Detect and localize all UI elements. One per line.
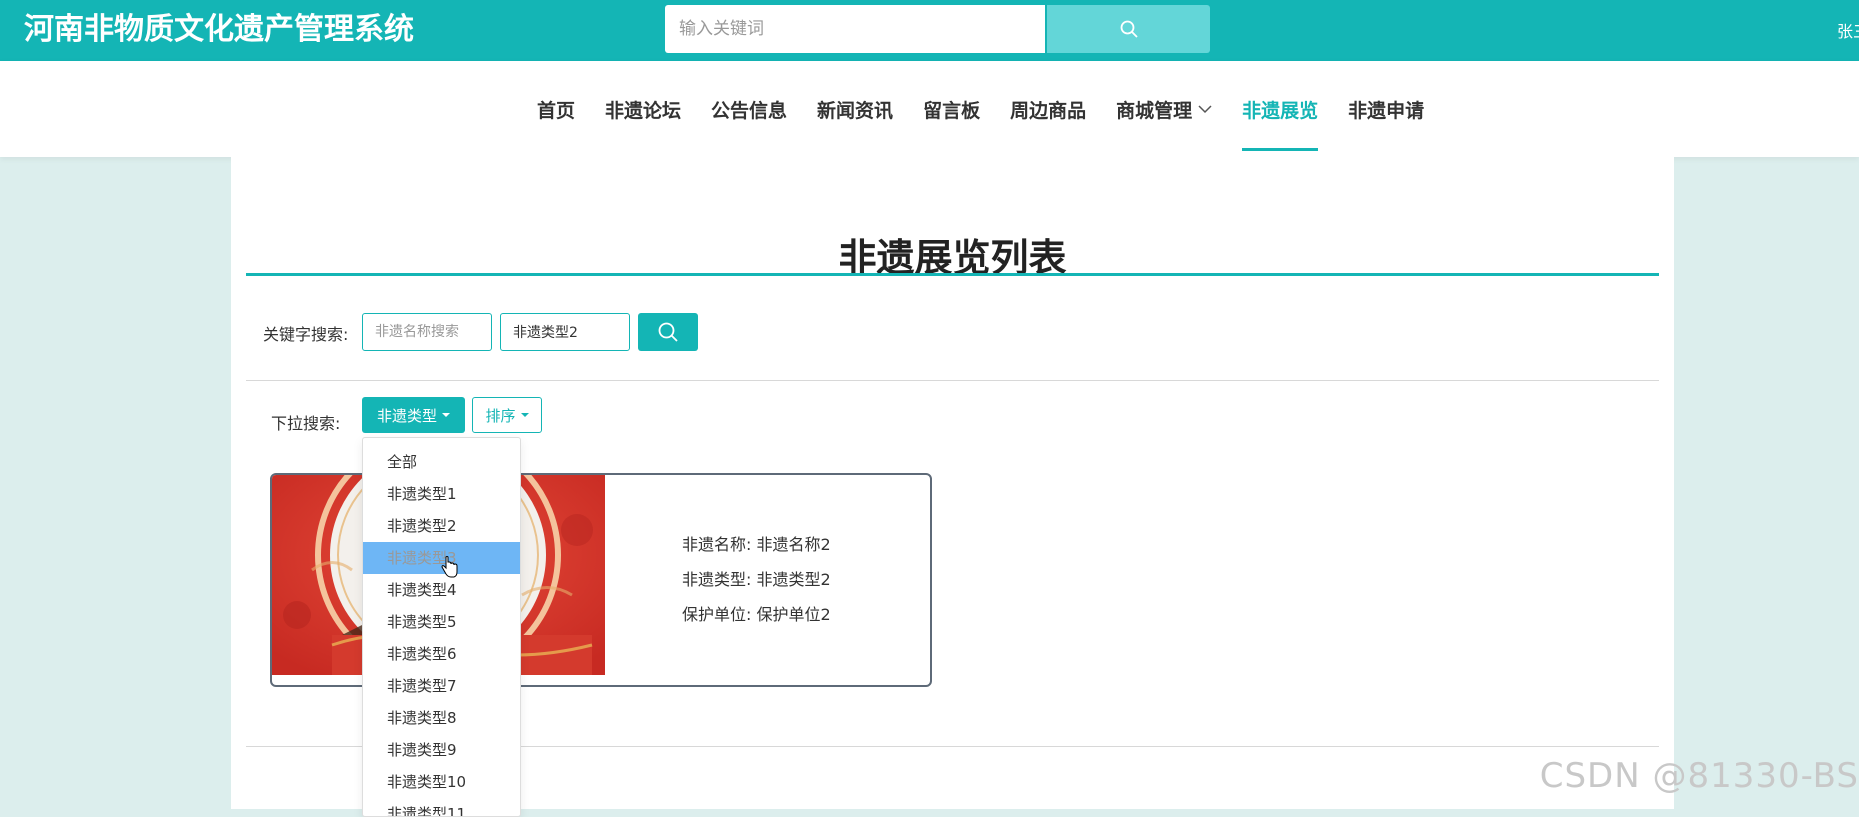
nav-announcements[interactable]: 公告信息 [696, 61, 802, 157]
nav-message-board[interactable]: 留言板 [908, 61, 995, 157]
sort-dropdown-button[interactable]: 排序 [472, 397, 542, 433]
dropdown-option-type6[interactable]: 非遗类型6 [363, 638, 520, 670]
hand-cursor-icon [441, 556, 458, 578]
keyword-search-label: 关键字搜索: [263, 325, 349, 344]
header-search-input[interactable] [665, 5, 1045, 53]
card-name: 非遗名称: 非遗名称2 [682, 535, 831, 554]
dropdown-option-type5[interactable]: 非遗类型5 [363, 606, 520, 638]
search-icon [1120, 20, 1138, 38]
nav-merchandise[interactable]: 周边商品 [995, 61, 1101, 157]
caret-down-icon [442, 413, 450, 417]
header-search-button[interactable] [1047, 5, 1210, 53]
search-icon [658, 322, 678, 342]
chevron-down-icon [1198, 104, 1212, 114]
dropdown-option-type7[interactable]: 非遗类型7 [363, 670, 520, 702]
title-divider [246, 273, 1659, 276]
nav-home[interactable]: 首页 [522, 61, 590, 157]
main-nav: 首页 非遗论坛 公告信息 新闻资讯 留言板 周边商品 商城管理 非遗展览 非遗申… [0, 61, 1859, 157]
dropdown-option-type11[interactable]: 非遗类型11 [363, 798, 520, 816]
dropdown-option-type1[interactable]: 非遗类型1 [363, 478, 520, 510]
nav-forum[interactable]: 非遗论坛 [590, 61, 696, 157]
card-type: 非遗类型: 非遗类型2 [682, 570, 831, 589]
dropdown-option-type2[interactable]: 非遗类型2 [363, 510, 520, 542]
nav-application[interactable]: 非遗申请 [1333, 61, 1439, 157]
type-dropdown-menu: 全部 非遗类型1 非遗类型2 非遗类型3 非遗类型4 非遗类型5 非遗类型6 非… [362, 437, 521, 817]
card-unit: 保护单位: 保护单位2 [682, 605, 831, 624]
dropdown-option-all[interactable]: 全部 [363, 446, 520, 478]
top-bar: 河南非物质文化遗产管理系统 张三 [0, 0, 1859, 61]
type-dropdown-label: 非遗类型 [376, 406, 437, 425]
section-divider [246, 380, 1659, 381]
nav-mall-management[interactable]: 商城管理 [1101, 61, 1227, 157]
dropdown-option-type9[interactable]: 非遗类型9 [363, 734, 520, 766]
nav-exhibition[interactable]: 非遗展览 [1227, 61, 1333, 157]
type-search-input[interactable] [500, 313, 630, 351]
dropdown-option-type10[interactable]: 非遗类型10 [363, 766, 520, 798]
site-title: 河南非物质文化遗产管理系统 [24, 12, 414, 47]
caret-down-icon [520, 413, 529, 417]
nav-news[interactable]: 新闻资讯 [802, 61, 908, 157]
dropdown-search-label: 下拉搜索: [271, 414, 341, 433]
dropdown-option-type4[interactable]: 非遗类型4 [363, 574, 520, 606]
name-search-input[interactable] [362, 313, 492, 351]
nav-mall-management-label: 商城管理 [1116, 99, 1193, 122]
type-dropdown-button[interactable]: 非遗类型 [362, 397, 465, 433]
user-name[interactable]: 张三 [1837, 18, 1859, 42]
watermark: CSDN @81330-BS [1539, 756, 1859, 796]
sort-dropdown-label: 排序 [485, 406, 516, 425]
keyword-search-button[interactable] [638, 313, 698, 351]
dropdown-option-type8[interactable]: 非遗类型8 [363, 702, 520, 734]
